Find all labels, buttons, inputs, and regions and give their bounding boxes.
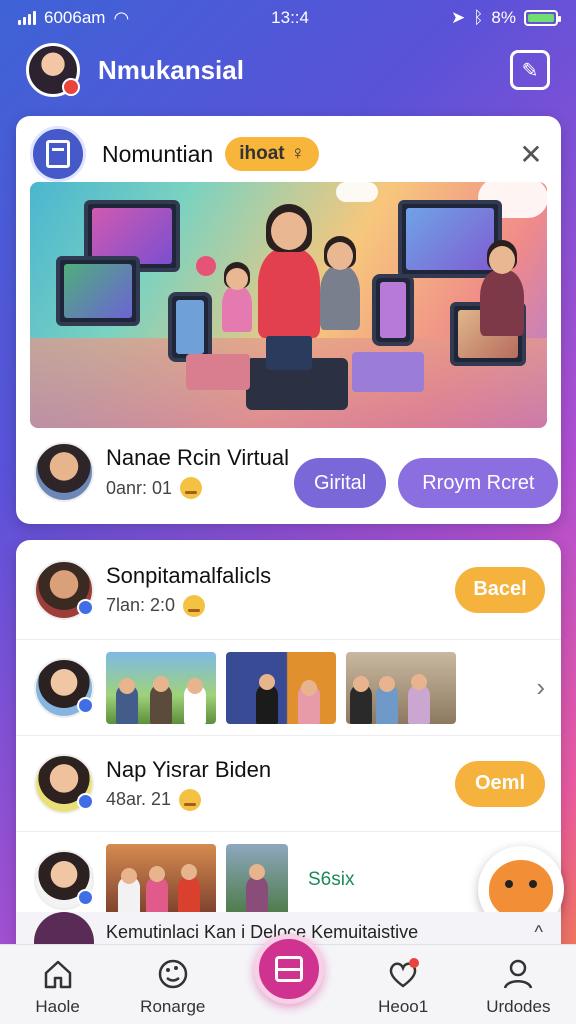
palette-icon xyxy=(158,959,188,989)
clock: 13::4 xyxy=(271,8,309,27)
battery-icon xyxy=(524,10,561,26)
status-bar: 6006am ◠ 13::4 ➤ ᛒ 8% xyxy=(0,0,576,36)
photo-thumbnail[interactable] xyxy=(346,651,456,724)
location-icon: ➤ xyxy=(450,8,466,27)
chat-icon[interactable]: ✎ xyxy=(510,50,550,90)
child-figure xyxy=(222,262,252,332)
hero-illustration xyxy=(30,182,547,428)
tab-home[interactable]: Haole xyxy=(8,957,108,1017)
heart-icon xyxy=(389,958,420,988)
status-right: ➤ ᛒ 8% xyxy=(450,8,561,28)
avatar xyxy=(34,753,94,814)
tab-label: Ronarge xyxy=(140,997,206,1016)
profile-avatar[interactable] xyxy=(26,43,80,97)
adult-figure xyxy=(480,240,524,336)
tag-text: S6six xyxy=(308,869,355,890)
layout-icon xyxy=(275,956,303,982)
people-icon: ♀ xyxy=(290,143,305,164)
list-item-title: Sonpitamalfalicls xyxy=(106,562,272,588)
chevron-right-icon[interactable]: › xyxy=(536,672,545,703)
status-left: 6006am ◠ xyxy=(18,8,129,29)
bluetooth-icon: ᛒ xyxy=(473,8,484,27)
tab-explore[interactable]: Ronarge xyxy=(123,957,223,1017)
avatar xyxy=(34,559,94,620)
photo-thumbnail[interactable] xyxy=(226,651,336,724)
featured-card: Nomuntian ihoat ♀ ✕ Nanae Rcin Virtual 0… xyxy=(16,116,561,524)
tab-label: Heoo1 xyxy=(378,997,429,1016)
app-title: Nmukansial xyxy=(98,54,244,85)
tab-activity[interactable]: Heoo1 xyxy=(353,957,453,1017)
smile-emoji-icon xyxy=(180,477,203,499)
secondary-action-button[interactable]: Rroym Rcret xyxy=(398,458,559,508)
chat-pill[interactable]: ihoat ♀ xyxy=(225,137,319,171)
carrier-text: 6006am xyxy=(44,8,106,27)
list-item-button[interactable]: Bacel xyxy=(455,566,545,613)
close-icon[interactable]: ✕ xyxy=(515,138,547,171)
list-item[interactable]: Sonpitamalfalicls 7lan: 2:0 Bacel xyxy=(16,540,561,640)
list-item-meta: 48ar. 21 xyxy=(106,789,172,809)
next-list-item-title: Kemutinlaci Kan i Deloce Kemuitaistive xyxy=(106,921,419,942)
featured-card-title: Nomuntian xyxy=(102,140,214,167)
wink-emoji-icon xyxy=(179,788,202,811)
wifi-icon: ◠ xyxy=(113,7,130,28)
user-meta: 0anr: 01 xyxy=(106,477,173,498)
notification-badge xyxy=(62,78,80,96)
home-icon xyxy=(44,960,71,989)
child-figure xyxy=(258,204,320,338)
primary-action-button[interactable]: Girital xyxy=(294,458,387,508)
list-item[interactable]: Nap Yisrar Biden 48ar. 21 Oeml xyxy=(16,736,561,832)
app-header: Nmukansial ✎ xyxy=(0,36,576,104)
chat-pill-label: ihoat xyxy=(239,143,285,164)
user-icon xyxy=(504,959,533,989)
avatar[interactable] xyxy=(34,657,94,718)
avatar[interactable] xyxy=(34,850,94,910)
photo-thumbnail[interactable] xyxy=(106,844,216,916)
list-item-meta: 7lan: 2:0 xyxy=(106,595,176,615)
photo-thumbnail[interactable] xyxy=(226,844,288,916)
create-fab-button[interactable] xyxy=(254,934,324,1004)
document-icon xyxy=(30,126,86,182)
tab-profile[interactable]: Urdodes xyxy=(468,957,568,1017)
photo-row: › xyxy=(16,640,561,736)
signal-icon xyxy=(18,11,36,25)
tab-label: Haole xyxy=(35,997,80,1016)
photo-thumbnail[interactable] xyxy=(106,651,216,724)
featured-card-header: Nomuntian ihoat ♀ ✕ xyxy=(16,116,561,182)
smile-emoji-icon xyxy=(183,594,206,617)
child-figure xyxy=(320,236,360,330)
battery-text: 8% xyxy=(491,8,516,27)
fox-icon xyxy=(489,860,553,918)
list-item-button[interactable]: Oeml xyxy=(455,760,545,807)
avatar[interactable] xyxy=(34,442,94,502)
chevron-up-icon[interactable]: ^ xyxy=(535,922,543,943)
tab-label: Urdodes xyxy=(486,997,551,1016)
feed-card: Sonpitamalfalicls 7lan: 2:0 Bacel › Nap … xyxy=(16,540,561,970)
list-item-title: Nap Yisrar Biden xyxy=(106,756,272,782)
